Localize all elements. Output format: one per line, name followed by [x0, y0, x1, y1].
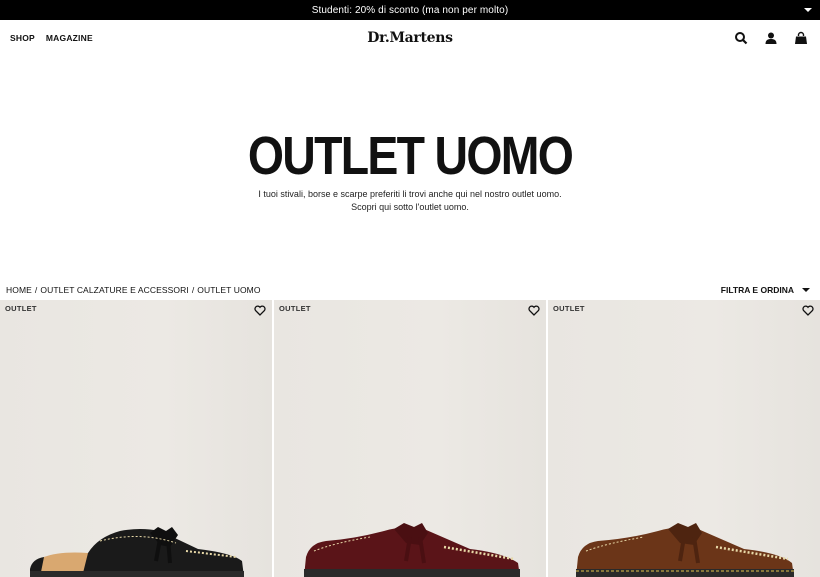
- bag-icon[interactable]: [794, 31, 808, 45]
- product-card[interactable]: OUTLET: [274, 300, 546, 577]
- breadcrumb-home[interactable]: HOME: [6, 285, 32, 295]
- outlet-badge: OUTLET: [279, 304, 311, 313]
- outlet-badge: OUTLET: [5, 304, 37, 313]
- breadcrumb-separator: /: [34, 285, 38, 295]
- chevron-down-icon[interactable]: [804, 8, 812, 12]
- promo-bar[interactable]: Studenti: 20% di sconto (ma non per molt…: [0, 0, 820, 20]
- outlet-badge: OUTLET: [553, 304, 585, 313]
- page-title: OUTLET UOMO: [247, 126, 574, 186]
- brand-logo[interactable]: Dr.Martens: [360, 30, 460, 46]
- breadcrumb-separator: /: [191, 285, 195, 295]
- breadcrumb-outlet[interactable]: OUTLET CALZATURE E ACCESSORI: [40, 285, 188, 295]
- breadcrumb-current[interactable]: OUTLET UOMO: [197, 285, 260, 295]
- site-header: SHOP MAGAZINE Dr.Martens: [0, 20, 820, 58]
- wishlist-heart-icon[interactable]: [254, 305, 266, 316]
- search-icon[interactable]: [734, 31, 748, 45]
- nav-magazine[interactable]: MAGAZINE: [46, 33, 93, 43]
- product-image[interactable]: [548, 507, 820, 577]
- wishlist-heart-icon[interactable]: [802, 305, 814, 316]
- account-icon[interactable]: [764, 31, 778, 45]
- promo-text[interactable]: Studenti: 20% di sconto (ma non per molt…: [312, 5, 509, 16]
- filter-label: FILTRA E ORDINA: [720, 285, 794, 295]
- chevron-down-icon: [802, 288, 810, 292]
- product-card[interactable]: OUTLET: [0, 300, 272, 577]
- filter-sort-button[interactable]: FILTRA E ORDINA: [721, 285, 810, 295]
- product-image[interactable]: [274, 507, 546, 577]
- nav-shop[interactable]: SHOP: [10, 33, 35, 43]
- product-grid: OUTLET OUTLET OUTLET: [0, 300, 820, 577]
- product-card[interactable]: OUTLET: [548, 300, 820, 577]
- header-actions: [734, 31, 808, 45]
- product-image[interactable]: [0, 507, 272, 577]
- wishlist-heart-icon[interactable]: [528, 305, 540, 316]
- page-description: I tuoi stivali, borse e scarpe preferiti…: [258, 189, 562, 212]
- main-nav: SHOP MAGAZINE: [10, 33, 93, 43]
- breadcrumb: HOME / OUTLET CALZATURE E ACCESSORI / OU…: [6, 285, 261, 295]
